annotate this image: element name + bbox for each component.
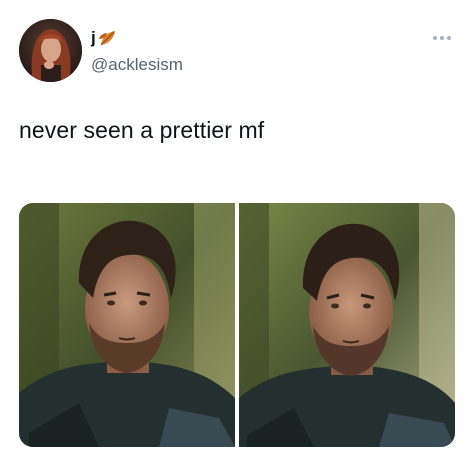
photo-image: [19, 203, 235, 447]
more-dot: [447, 36, 451, 40]
more-dot: [440, 36, 444, 40]
tweet-text: never seen a prettier mf: [19, 117, 265, 143]
avatar[interactable]: [19, 19, 82, 82]
leaf-icon: [98, 31, 115, 46]
photo-image: [239, 203, 455, 447]
tweet-card: j @acklesism never seen a prettier mf: [0, 0, 474, 474]
avatar-image: [19, 19, 82, 82]
media-photo-2[interactable]: [239, 203, 455, 447]
media-grid: [19, 203, 455, 447]
user-handle[interactable]: @acklesism: [91, 55, 183, 75]
display-name-text: j: [91, 28, 96, 47]
media-photo-1[interactable]: [19, 203, 235, 447]
more-horizontal-icon: [433, 36, 437, 40]
more-options-button[interactable]: [430, 30, 454, 46]
display-name[interactable]: j: [91, 28, 118, 48]
